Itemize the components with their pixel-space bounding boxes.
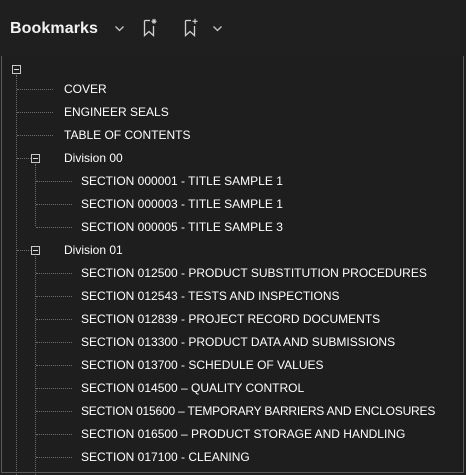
tree-connector [36,319,72,320]
panel-title: Bookmarks [10,20,99,37]
tree-connector [36,457,72,458]
tree-connector [17,250,31,251]
tree-connector [36,434,72,435]
bookmark-item-section-012543[interactable]: SECTION 012543 - TESTS AND INSPECTIONS [81,289,340,303]
bookmark-item-section-000003[interactable]: SECTION 000003 - TITLE SAMPLE 1 [81,197,283,211]
tree-connector [36,411,72,412]
bookmark-item-section-013700[interactable]: SECTION 013700 - SCHEDULE OF VALUES [81,358,324,372]
tree-connector [36,296,72,297]
bookmark-item-section-000005[interactable]: SECTION 000005 - TITLE SAMPLE 3 [81,220,283,234]
tree-connector [36,181,72,182]
tree-connector [35,164,36,226]
collapse-division-00-icon[interactable] [31,154,40,163]
tree-connector [17,135,53,136]
bookmark-item-section-014500[interactable]: SECTION 014500 – QUALITY CONTROL [81,381,304,395]
bookmark-tree: COVER ENGINEER SEALS TABLE OF CONTENTS D… [0,60,466,475]
bookmark-item-section-016500[interactable]: SECTION 016500 – PRODUCT STORAGE AND HAN… [81,427,405,441]
tree-connector [36,273,72,274]
bookmark-item-section-013300[interactable]: SECTION 013300 - PRODUCT DATA AND SUBMIS… [81,335,395,349]
chevron-down-icon[interactable] [212,23,223,34]
bookmark-item-cover[interactable]: COVER [64,82,107,96]
bookmark-item-section-012500[interactable]: SECTION 012500 - PRODUCT SUBSTITUTION PR… [81,266,427,280]
tree-connector [36,227,72,228]
tree-connector [17,158,31,159]
bookmark-add-icon[interactable] [183,18,199,38]
bookmark-item-section-012839[interactable]: SECTION 012839 - PROJECT RECORD DOCUMENT… [81,312,380,326]
bookmark-item-engineer-seals[interactable]: ENGINEER SEALS [64,105,169,119]
chevron-down-icon[interactable] [114,23,125,34]
tree-connector [36,204,72,205]
bookmark-item-section-000001[interactable]: SECTION 000001 - TITLE SAMPLE 1 [81,174,283,188]
bookmark-item-section-015600[interactable]: SECTION 015600 – TEMPORARY BARRIERS AND … [81,404,435,418]
tree-connector [17,89,53,90]
bookmark-item-division-01[interactable]: Division 01 [64,243,123,257]
bookmark-item-section-017100[interactable]: SECTION 017100 - CLEANING [81,450,250,464]
collapse-division-01-icon[interactable] [31,246,40,255]
bookmark-sparkle-icon[interactable] [142,18,158,38]
tree-connector [36,388,72,389]
bookmark-item-division-00[interactable]: Division 00 [64,151,123,165]
tree-connector [36,365,72,366]
bookmark-item-table-of-contents[interactable]: TABLE OF CONTENTS [64,128,190,142]
collapse-root-icon[interactable] [12,65,21,74]
tree-connector [36,342,72,343]
bookmarks-header: Bookmarks [0,0,466,56]
tree-connector [17,112,53,113]
